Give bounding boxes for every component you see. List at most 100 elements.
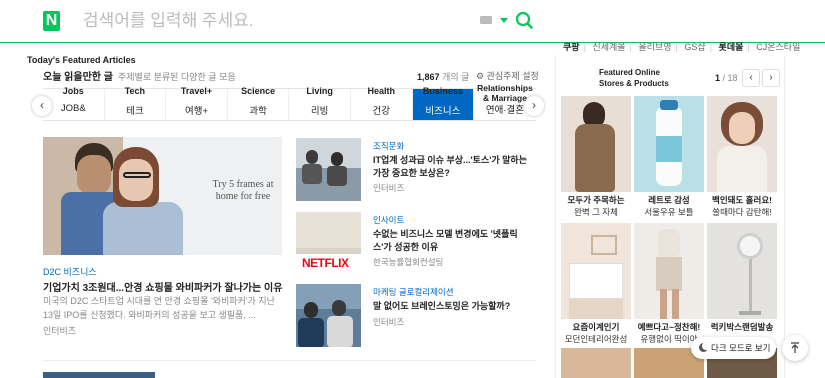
shop-link[interactable]: CJ온스타일 <box>756 42 800 52</box>
main-article-image[interactable]: Try 5 frames at home for free <box>43 137 282 255</box>
moon-icon <box>699 342 710 352</box>
page-total: / 18 <box>722 73 738 83</box>
product-name: 요즘이계인기 <box>572 322 620 332</box>
product-card[interactable]: 요즘이계인기 모던인테리어완성 <box>561 223 631 345</box>
product-card[interactable]: 모두가 주목하는 완벽 그 자체 <box>561 96 631 218</box>
product-name: 예쁘다고~정찬해! <box>637 322 701 332</box>
article-source: 한국능률협회컨설팅 <box>373 257 444 267</box>
tab-jobs[interactable]: Jobs JOB& <box>43 86 105 120</box>
count-suffix: 개의 글 <box>442 72 470 82</box>
product-card[interactable]: 럭키박스랜덤발송 <box>707 223 777 345</box>
product-name: 모두가 주목하는 <box>567 195 625 205</box>
product-image[interactable] <box>634 223 704 319</box>
shop-link[interactable]: 쿠팡 <box>563 42 580 52</box>
shop-link[interactable]: 올리브영 <box>638 42 671 52</box>
article-title[interactable]: 수없는 비즈니스 모델 변경에도 '넷플릭스'가 성공한 이유 <box>373 228 533 254</box>
product-subtitle: 서울우유 보틀 <box>644 207 694 217</box>
top-header: N <box>0 0 825 43</box>
tab-label: 과학 <box>249 106 267 117</box>
tab-tech[interactable]: Tech 테크 <box>105 86 167 120</box>
product-subtitle: 쏠때마다 감탄해! <box>712 207 772 217</box>
scroll-top-button[interactable] <box>782 335 808 361</box>
product-image[interactable] <box>707 96 777 192</box>
article-thumbnail[interactable] <box>296 138 361 201</box>
product-card[interactable]: 레트로 감성 서울우유 보틀 <box>634 96 704 218</box>
side-article[interactable]: NETFLIX 인사이트 수없는 비즈니스 모델 변경에도 '넷플릭스'가 성공… <box>296 212 536 276</box>
tab-travel[interactable]: Travel+ 여행+ <box>166 86 228 120</box>
search-input[interactable] <box>83 8 463 34</box>
article-title[interactable]: IT업계 성과급 이슈 부상...'토스'가 말하는 가장 중요한 보상은? <box>373 154 533 180</box>
featured-title-en: Today's Featured Articles <box>27 55 136 65</box>
chevron-down-icon[interactable] <box>500 18 508 23</box>
count-value: 1,867 <box>417 72 440 82</box>
article-category[interactable]: 인사이트 <box>373 214 404 226</box>
article-thumbnail[interactable] <box>296 284 361 347</box>
article-category[interactable]: 마케팅 글로컬리제이션 <box>373 286 454 298</box>
tab-health[interactable]: Health 건강 <box>351 86 413 120</box>
tab-label-en: Tech <box>124 86 146 96</box>
shop-link[interactable]: GS샵 <box>684 42 705 52</box>
shop-links: 쿠팡 | 신세계몰 | 올리브영 | GS샵 | 롯데몰 | CJ온스타일 <box>563 42 801 52</box>
main-article-description[interactable]: 미국의 D2C 스타트업 시대를 연 안경 쇼핑몰 '와비파커'가 지난 13일… <box>43 294 282 322</box>
article-count: 1,867 개의 글 <box>417 70 469 83</box>
featured-subtitle: 주제별로 분류된 다양한 글 모음 <box>118 72 236 82</box>
product-image[interactable] <box>707 223 777 319</box>
product-subtitle: 완벽 그 자체 <box>574 207 618 217</box>
shopping-panel-title: Featured Online Stores & Products <box>599 68 669 88</box>
product-card[interactable]: 백인돼도 흘러요! 쏠때마다 감탄해! <box>707 96 777 218</box>
shop-link[interactable]: 롯데몰 <box>719 42 744 52</box>
product-card[interactable]: 예쁘다고~정찬해! 유행없이 딱이야 <box>634 223 704 345</box>
article-title[interactable]: 말 없어도 브레인스토밍은 가능할까? <box>373 300 533 313</box>
main-article-title[interactable]: 기업가치 3조원대...안경 쇼핑몰 와비파커가 잘나가는 이유 <box>43 279 282 294</box>
article-source: 인터비즈 <box>373 317 405 327</box>
page-current: 1 <box>715 73 721 83</box>
tab-label: 여행+ <box>184 106 208 117</box>
search-icon[interactable] <box>515 11 533 29</box>
arrow-up-icon <box>791 342 799 353</box>
side-article[interactable]: 조직문화 IT업계 성과급 이슈 부상...'토스'가 말하는 가장 중요한 보… <box>296 138 536 202</box>
product-image[interactable] <box>634 96 704 192</box>
keyboard-icon[interactable] <box>480 16 492 24</box>
tab-label-en: Travel+ <box>180 86 213 96</box>
main-article-category[interactable]: D2C 비즈니스 <box>43 265 97 278</box>
tab-label-en: Jobs <box>62 86 84 96</box>
dark-mode-button[interactable]: 다크 모드로 보기 <box>691 337 776 359</box>
tab-label: 비즈니스 <box>425 106 461 117</box>
tab-label-en: Business <box>422 86 463 96</box>
tab-business[interactable]: Business 비즈니스 <box>412 86 475 120</box>
interest-settings-button[interactable]: ⚙ 관심주제 설정 <box>476 69 539 82</box>
dark-mode-label: 다크 모드로 보기 <box>711 343 771 353</box>
shopping-prev-button[interactable]: ‹ <box>742 69 760 87</box>
tab-label: JOB& <box>60 103 86 114</box>
ad-image-text: Try 5 frames at home for free <box>212 179 274 202</box>
product-name: 백인돼도 흘러요! <box>712 195 772 205</box>
tab-science[interactable]: Science 과학 <box>228 86 290 120</box>
tab-label-en: Science <box>241 86 276 96</box>
next-article-thumbnail[interactable] <box>43 372 155 378</box>
shop-link[interactable]: 신세계몰 <box>592 42 625 52</box>
tab-living[interactable]: Living 리빙 <box>289 86 351 120</box>
tab-label: 리빙 <box>310 106 329 117</box>
tabs-prev-button[interactable]: ‹ <box>32 96 52 116</box>
article-category[interactable]: 조직문화 <box>373 140 404 152</box>
shopping-next-button[interactable]: › <box>762 69 780 87</box>
tab-label-en: Living <box>306 86 333 96</box>
tab-label: 테크 <box>126 106 144 117</box>
side-article[interactable]: 마케팅 글로컬리제이션 말 없어도 브레인스토밍은 가능할까? 인터비즈 <box>296 284 536 348</box>
tabs-next-button[interactable]: › <box>524 96 544 116</box>
product-image[interactable] <box>561 96 631 192</box>
featured-title: 오늘 읽을만한 글 <box>43 72 113 83</box>
tab-label: 건강 <box>372 106 390 117</box>
naver-logo[interactable]: N <box>43 11 60 31</box>
product-image[interactable] <box>561 223 631 319</box>
netflix-logo: NETFLIX <box>302 256 349 270</box>
product-card[interactable] <box>561 348 631 378</box>
product-name: 레트로 감성 <box>648 195 690 205</box>
article-thumbnail[interactable]: NETFLIX <box>296 212 361 275</box>
section-divider <box>43 360 536 361</box>
main-article-source: 인터비즈 <box>43 326 77 336</box>
tab-label-en: Health <box>367 86 396 96</box>
product-subtitle: 모던인테리어완성 <box>564 334 628 344</box>
settings-label: 관심주제 설정 <box>486 71 539 81</box>
product-image[interactable] <box>561 348 631 378</box>
